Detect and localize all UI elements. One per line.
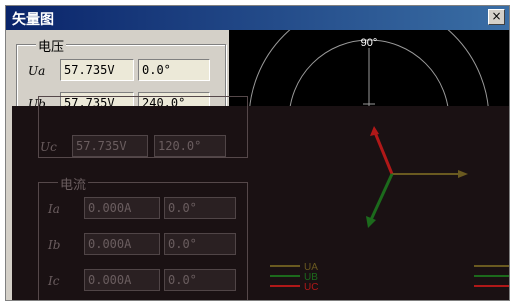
close-icon: × xyxy=(491,9,502,23)
title-bar: 矢量图 × xyxy=(6,6,509,30)
ic-current-field[interactable]: 0.000A xyxy=(84,269,160,291)
vector-chart: 90° xyxy=(229,30,509,110)
ia-current-field[interactable]: 0.000A xyxy=(84,197,160,219)
ia-angle-field[interactable]: 0.0° xyxy=(164,197,236,219)
ua-arrow-icon xyxy=(458,170,468,178)
angle-label-90: 90° xyxy=(361,37,378,49)
close-button[interactable]: × xyxy=(488,9,505,25)
ib-current-field[interactable]: 0.000A xyxy=(84,233,160,255)
uc-phasor xyxy=(372,129,394,175)
ib-label: Ib xyxy=(48,238,61,252)
vector-diagram-window: 矢量图 × 电压 Ua 57.735V 0.0° Ub 57.735V 240.… xyxy=(5,5,510,301)
ub-phasor xyxy=(368,173,394,223)
legend-uc-label: UC xyxy=(304,282,318,293)
ia-label: Ia xyxy=(48,202,60,216)
ic-label: Ic xyxy=(48,274,60,288)
uc-voltage-field[interactable]: 57.735V xyxy=(72,135,148,157)
voltage-group-label: 电压 xyxy=(36,36,67,55)
uc-arrow-icon xyxy=(370,126,379,136)
ic-angle-field[interactable]: 0.0° xyxy=(164,269,236,291)
uc-label: Uc xyxy=(40,140,57,154)
phasor-area: UA UB UC xyxy=(270,126,509,293)
window-title: 矢量图 xyxy=(12,12,54,28)
dimmed-overlay: Uc 57.735V 120.0° 电流 Ia 0.000A 0.0° Ib 0… xyxy=(12,96,509,300)
ua-angle-field[interactable]: 0.0° xyxy=(138,59,210,81)
uc-angle-field[interactable]: 120.0° xyxy=(154,135,226,157)
ua-voltage-field[interactable]: 57.735V xyxy=(60,59,134,81)
current-group-label: 电流 xyxy=(58,174,89,193)
ib-angle-field[interactable]: 0.0° xyxy=(164,233,236,255)
ua-label: Ua xyxy=(28,64,46,78)
